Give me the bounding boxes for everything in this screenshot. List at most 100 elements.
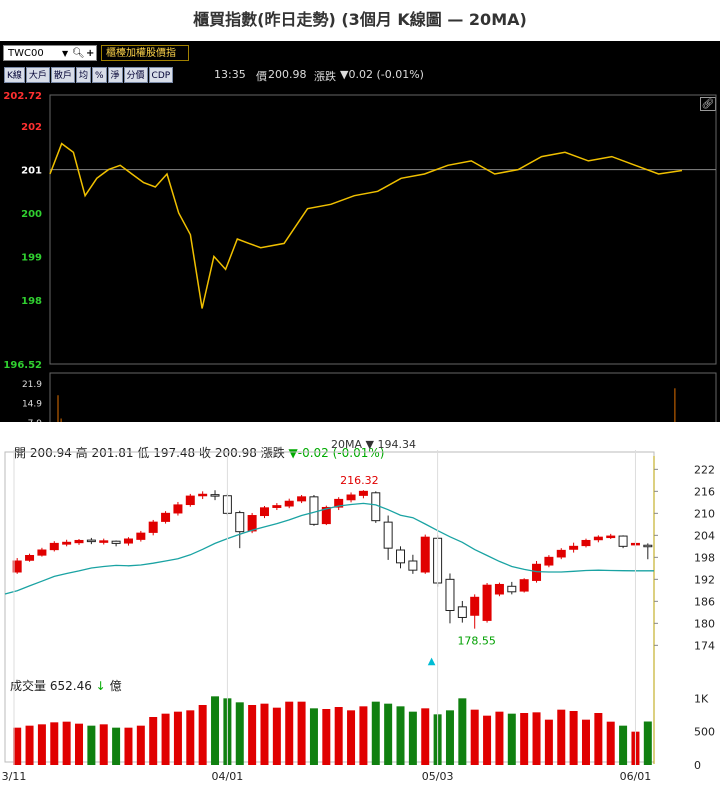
candle-body bbox=[457, 606, 467, 618]
volume-tick-label: 7.9 bbox=[28, 419, 43, 422]
volume-bar bbox=[136, 725, 145, 765]
volume-bar bbox=[581, 719, 590, 765]
volume-bar bbox=[619, 725, 628, 765]
candle-body bbox=[272, 505, 282, 508]
candle-body bbox=[259, 507, 269, 517]
volume-bar bbox=[371, 701, 380, 765]
price-plot-frame bbox=[49, 94, 717, 365]
y-tick-label: 180 bbox=[694, 617, 715, 630]
candle-body bbox=[420, 536, 430, 573]
page-title: 櫃買指數(昨日走勢) (3個月 K線圖 — 20MA) bbox=[193, 10, 527, 29]
candle-body bbox=[507, 585, 517, 593]
price-line bbox=[49, 142, 683, 309]
volume-bar bbox=[260, 703, 269, 765]
volume-bar bbox=[75, 723, 84, 765]
volume-bar bbox=[520, 713, 529, 765]
volume-bar bbox=[347, 710, 356, 765]
candle-body bbox=[86, 539, 96, 543]
volume-bar bbox=[62, 721, 71, 765]
candle-body bbox=[210, 494, 220, 497]
volume-bar bbox=[495, 711, 504, 765]
max-price-label: 216.32 bbox=[340, 474, 379, 487]
volume-bar bbox=[606, 721, 615, 765]
y-tick-label: 199 bbox=[21, 252, 42, 263]
volume-bar bbox=[112, 727, 121, 765]
volume-bar bbox=[594, 713, 603, 765]
y-tick-label: 216 bbox=[694, 485, 715, 498]
candle-body bbox=[62, 541, 72, 545]
candle-body bbox=[49, 542, 59, 551]
x-tick-label: 3/11 bbox=[2, 770, 27, 783]
candle-body bbox=[111, 540, 121, 544]
candle-body bbox=[99, 540, 109, 543]
volume-bar bbox=[408, 711, 417, 765]
volume-bar bbox=[532, 712, 541, 765]
volume-bar bbox=[309, 708, 318, 765]
low-marker-icon: ▲ bbox=[428, 656, 436, 667]
candle-body bbox=[309, 496, 319, 525]
volume-bar bbox=[359, 706, 368, 765]
candle-body bbox=[581, 539, 591, 547]
candle-body bbox=[185, 495, 195, 506]
volume-tick-label: 500 bbox=[694, 726, 715, 739]
volume-bar bbox=[297, 701, 306, 765]
candle-body bbox=[74, 539, 84, 544]
candle-body bbox=[445, 578, 455, 611]
volume-bar bbox=[285, 701, 294, 765]
volume-plot-frame bbox=[49, 372, 717, 422]
candle-body bbox=[532, 563, 542, 581]
volume-bar bbox=[211, 696, 220, 765]
volume-tick-label: 14.9 bbox=[22, 399, 42, 409]
volume-tick-label: 21.9 bbox=[22, 380, 42, 390]
volume-bar bbox=[557, 709, 566, 765]
y-tick-label: 198 bbox=[694, 551, 715, 564]
volume-bar bbox=[384, 703, 393, 765]
candle-body bbox=[148, 521, 158, 533]
intraday-chart-panel: TWC00 ▼ 🔍︎ + 櫃檯加權股價指 K線 大戶 散戶均% 淨分價 CDP 13:3… bbox=[0, 41, 720, 422]
candle-body bbox=[494, 583, 504, 595]
candle-body bbox=[136, 532, 146, 540]
y-tick-label: 202 bbox=[21, 122, 42, 133]
candle-body bbox=[346, 494, 356, 501]
y-tick-label: 201 bbox=[21, 166, 42, 177]
candle-body bbox=[235, 512, 245, 533]
x-tick-label: 06/01 bbox=[620, 770, 652, 783]
volume-tick-label: 1K bbox=[694, 692, 709, 705]
volume-bar bbox=[458, 698, 467, 765]
candle-body bbox=[198, 493, 208, 497]
volume-bar bbox=[334, 707, 343, 765]
volume-bar bbox=[272, 707, 281, 765]
candle-body bbox=[173, 504, 183, 514]
volume-bar bbox=[507, 713, 516, 765]
volume-bar bbox=[50, 722, 59, 765]
y-tick-label: 210 bbox=[694, 507, 715, 520]
volume-bar bbox=[569, 711, 578, 765]
volume-bar bbox=[173, 711, 182, 765]
x-tick-label: 04/01 bbox=[212, 770, 244, 783]
candle-body bbox=[544, 556, 554, 566]
volume-bar bbox=[25, 725, 34, 765]
volume-bar bbox=[198, 705, 207, 765]
volume-bar bbox=[445, 710, 454, 765]
candle-body bbox=[161, 512, 171, 522]
volume-bar bbox=[161, 713, 170, 765]
candle-body bbox=[482, 584, 492, 621]
volume-bar bbox=[248, 705, 257, 765]
min-price-label: 178.55 bbox=[457, 635, 496, 648]
candle-body bbox=[383, 521, 393, 549]
candle-body bbox=[569, 545, 579, 550]
y-tick-label: 222 bbox=[694, 463, 715, 476]
y-tick-label: 202.72 bbox=[3, 91, 42, 102]
volume-tick-label: 0 bbox=[694, 759, 701, 772]
candle-body bbox=[284, 500, 294, 507]
candle-body bbox=[519, 579, 529, 592]
y-tick-label: 186 bbox=[694, 595, 715, 608]
volume-bar bbox=[235, 702, 244, 765]
candle-body bbox=[556, 549, 566, 558]
candle-body bbox=[408, 560, 418, 571]
volume-bar bbox=[99, 724, 108, 765]
x-tick-label: 05/03 bbox=[422, 770, 454, 783]
y-tick-label: 204 bbox=[694, 529, 715, 542]
candle-body bbox=[606, 535, 616, 539]
volume-bar bbox=[544, 719, 553, 765]
